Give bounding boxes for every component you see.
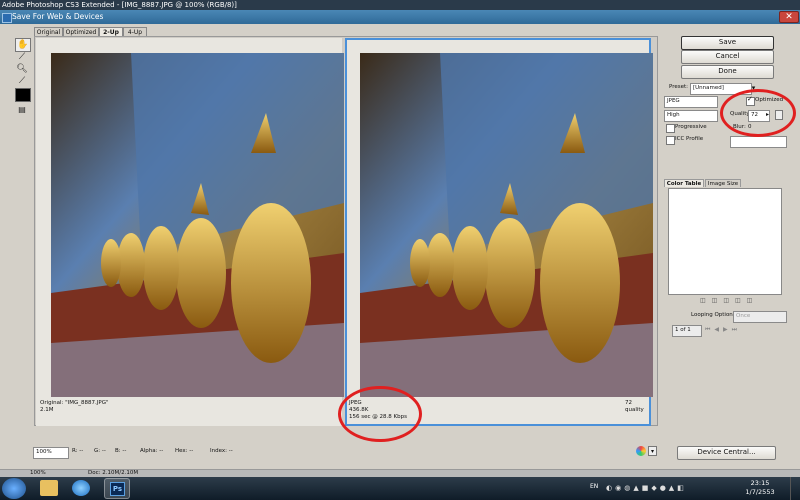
- highlight-circle-info: [338, 386, 422, 442]
- tool-strip: ✋ ⟋ 🔍︎ ⟋ ▤: [14, 36, 31, 118]
- readout-index: Index: --: [210, 448, 233, 454]
- zoom-icon[interactable]: 🔍︎: [15, 63, 29, 75]
- app-title: Adobe Photoshop CS3 Extended - [IMG_8887…: [2, 1, 237, 9]
- original-image: [51, 53, 344, 397]
- taskbar-photoshop-button[interactable]: Ps: [104, 478, 130, 499]
- animation-controls-icon[interactable]: ⏮◀▶⏭: [705, 325, 783, 335]
- looping-select[interactable]: Once: [733, 311, 787, 323]
- preview-area: Original: "IMG_8887.JPG" 2.1M JPEG 436.8…: [34, 36, 658, 426]
- tab-color-table[interactable]: Color Table: [664, 179, 704, 187]
- clock-time: 23:15: [750, 479, 770, 487]
- photoshop-statusbar: 100% Doc: 2.10M/2.10M: [0, 469, 800, 477]
- app-titlebar: Adobe Photoshop CS3 Extended - [IMG_8887…: [0, 0, 800, 10]
- browser-menu-icon[interactable]: ▾: [648, 446, 657, 456]
- system-tray-icons[interactable]: ◐◉◍▲■◆●▲◧: [606, 483, 716, 493]
- done-button[interactable]: Done: [681, 65, 774, 79]
- windows-taskbar: Ps EN ◐◉◍▲■◆●▲◧ 23:15 1/7/2553: [0, 477, 800, 500]
- readout-b: B: --: [115, 448, 127, 454]
- show-desktop-button[interactable]: [790, 477, 800, 500]
- save-button[interactable]: Save: [681, 36, 774, 50]
- original-preview-pane[interactable]: Original: "IMG_8887.JPG" 2.1M: [36, 38, 344, 426]
- optimized-quality-info: 72 quality: [625, 400, 644, 413]
- cancel-button[interactable]: Cancel: [681, 50, 774, 64]
- format-select[interactable]: JPEG: [664, 96, 718, 108]
- original-filename: Original: "IMG_8887.JPG": [40, 400, 109, 406]
- progressive-label: Progressive: [675, 124, 707, 130]
- icc-profile-label: ICC Profile: [675, 136, 704, 142]
- readout-hex: Hex: --: [175, 448, 194, 454]
- color-table-actions-icon[interactable]: ◫◫◫◫◫: [700, 297, 760, 305]
- dialog-app-icon: [2, 13, 12, 23]
- browser-preview-icon[interactable]: [636, 446, 646, 456]
- explorer-icon[interactable]: [40, 480, 58, 496]
- ps-doc-size: Doc: 2.10M/2.10M: [88, 470, 139, 476]
- preset-label: Preset:: [669, 84, 689, 90]
- highlight-circle-quality: [720, 89, 796, 137]
- dialog-titlebar[interactable]: Save For Web & Devices: [0, 10, 800, 24]
- matte-select[interactable]: [730, 136, 787, 148]
- readout-r: R: --: [72, 448, 84, 454]
- progressive-checkbox[interactable]: [666, 124, 675, 133]
- readout-g: G: --: [94, 448, 106, 454]
- looping-label: Looping Options:: [691, 312, 738, 318]
- start-button-icon[interactable]: [2, 478, 26, 499]
- optimized-preview-pane[interactable]: JPEG 436.8K 156 sec @ 28.8 Kbps 72 quali…: [345, 38, 653, 426]
- dialog-title: Save For Web & Devices: [12, 12, 104, 21]
- original-size: 2.1M: [40, 407, 54, 413]
- original-info: Original: "IMG_8887.JPG" 2.1M: [40, 400, 109, 414]
- eyedropper-icon[interactable]: ⟋: [15, 75, 29, 87]
- color-table-area: [668, 188, 782, 295]
- eyedropper-color-icon[interactable]: [15, 88, 31, 102]
- internet-explorer-icon[interactable]: [72, 480, 90, 496]
- slice-select-icon[interactable]: ⟋: [15, 51, 29, 63]
- device-central-button[interactable]: Device Central...: [677, 446, 776, 460]
- icc-profile-checkbox[interactable]: [666, 136, 675, 145]
- photoshop-icon: Ps: [110, 482, 125, 496]
- frame-counter: 1 of 1: [672, 325, 702, 337]
- ps-zoom[interactable]: 100%: [30, 470, 46, 477]
- quality-level-select[interactable]: High: [664, 110, 718, 122]
- hand-tool-icon[interactable]: ✋: [15, 38, 31, 52]
- zoom-select[interactable]: 100%: [33, 447, 69, 459]
- tab-image-size[interactable]: Image Size: [705, 179, 741, 187]
- clock[interactable]: 23:15 1/7/2553: [735, 479, 785, 497]
- clock-date: 1/7/2553: [745, 488, 775, 496]
- optimized-image: [360, 53, 653, 397]
- readout-alpha: Alpha: --: [140, 448, 164, 454]
- language-indicator[interactable]: EN: [590, 483, 598, 490]
- toggle-slices-icon[interactable]: ▤: [15, 104, 29, 116]
- close-window-button[interactable]: ✕: [779, 11, 799, 23]
